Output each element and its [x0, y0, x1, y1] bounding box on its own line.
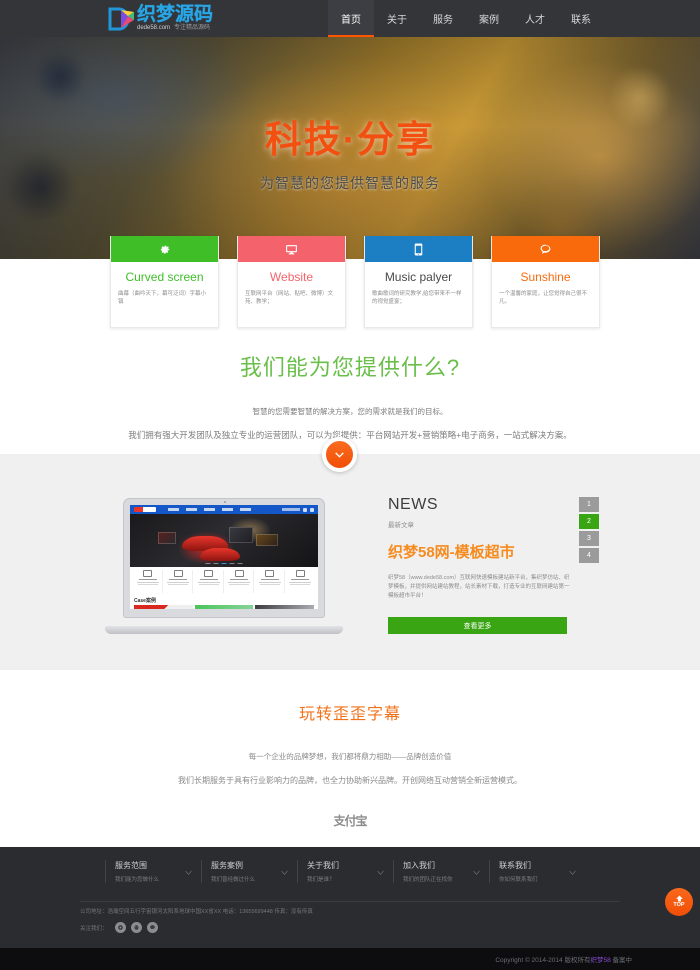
footer-column-contact-us[interactable]: 联系我们 你如何联系我们 — [489, 860, 585, 883]
phone-icon — [414, 243, 423, 255]
logo-icon — [108, 7, 134, 31]
card-head-red — [238, 236, 345, 262]
feature-cards: Curved screen 曲幕（曲吟天下，幕可泛词）字幕小镇 Website … — [110, 236, 600, 328]
laptop-mockup: Case案例 — [105, 498, 343, 638]
nav-item-case[interactable]: 案例 — [466, 0, 512, 37]
news-body: 织梦58（www.dede58.com）互联网快速模板建站新平台，集织梦仿站、织… — [388, 575, 570, 599]
wechat-icon[interactable] — [146, 922, 158, 933]
footer-address: 公司地址：浩瀚空间五行宇宙银河太阳系地球中国XX省XX 电话：136556994… — [80, 909, 313, 915]
brand-section: 玩转歪歪字幕 每一个企业的品牌梦想，我们都将鼎力相助——品牌创造价值 我们长期服… — [0, 700, 700, 828]
hero-title: 科技·分享 — [264, 119, 436, 160]
copyright-link[interactable]: 织梦58 — [590, 957, 610, 964]
page-root: 织梦源码 dede58.com 专注精品源码 首页 关于 服务 案例 人才 联系… — [0, 0, 700, 970]
brand-paragraph-1: 每一个企业的品牌梦想，我们都将鼎力相助——品牌创造价值 — [248, 752, 452, 761]
nav-item-about[interactable]: 关于 — [374, 0, 420, 37]
card-title: Music palyer — [384, 270, 453, 284]
services-title: 我们能为您提供什么? — [239, 355, 461, 380]
news-subtitle: 最新文章 — [388, 522, 414, 529]
top-button-label: TOP — [673, 902, 685, 908]
alipay-logo: 支付宝 — [333, 814, 367, 828]
scroll-down-button[interactable] — [322, 437, 357, 472]
screenshot-logo-icon — [134, 507, 156, 512]
news-pagination: 1 2 3 4 — [579, 497, 599, 565]
chevron-down-icon — [335, 452, 344, 458]
feature-card-website[interactable]: Website 互联网平台（网站、贴吧、微博）文苑、教学； — [237, 236, 346, 328]
news-title: NEWS — [388, 496, 438, 513]
footer-column-service-scope[interactable]: 服务范围 我们能为您做什么 — [105, 860, 201, 883]
card-head-orange — [492, 236, 599, 262]
logo-main-text: 织梦源码 — [137, 3, 214, 25]
footer-follow-label: 关注我们： — [80, 925, 108, 932]
nav-item-talent[interactable]: 人才 — [512, 0, 558, 37]
site-logo[interactable]: 织梦源码 dede58.com 专注精品源码 — [108, 0, 213, 37]
services-paragraph-1: 智慧的您需要智慧的解决方案，您的需求就是我们的目标。 — [252, 407, 448, 416]
pagination-item-2[interactable]: 2 — [579, 514, 599, 529]
footer-column-join-us[interactable]: 加入我们 我们的团队正在找你 — [393, 860, 489, 883]
footer-follow: 关注我们： — [80, 922, 158, 933]
monitor-icon — [286, 244, 297, 254]
arrow-up-icon — [675, 895, 683, 902]
chevron-down-icon — [280, 864, 289, 875]
footer-bottom-bar: Copyright © 2014-2014 版权所有织梦58 备案中 — [0, 948, 700, 970]
card-head-green — [111, 236, 218, 262]
nav-item-service[interactable]: 服务 — [420, 0, 466, 37]
chevron-down-icon — [472, 864, 481, 875]
card-title: Curved screen — [125, 270, 204, 284]
nav-item-home[interactable]: 首页 — [328, 0, 374, 37]
card-title: Website — [269, 270, 314, 284]
services-paragraph-2: 我们拥有强大开发团队及独立专业的运营团队，可以为您提供：平台网站开发+营销策略+… — [128, 430, 572, 440]
chat-icon — [540, 244, 551, 254]
site-header: 织梦源码 dede58.com 专注精品源码 首页 关于 服务 案例 人才 联系 — [0, 0, 700, 37]
laptop-camera — [224, 501, 226, 503]
feature-card-music-player[interactable]: Music palyer 歌曲歌词的研究教学,给您带来不一样的视觉盛宴； — [364, 236, 473, 328]
news-headline[interactable]: 织梦58网-模板超市 — [388, 541, 570, 562]
footer-column-service-cases[interactable]: 服务案例 我们曾经做过什么 — [201, 860, 297, 883]
card-head-blue — [365, 236, 472, 262]
news-more-button[interactable]: 查看更多 — [388, 617, 567, 634]
chevron-down-icon — [376, 864, 385, 875]
pagination-item-1[interactable]: 1 — [579, 497, 599, 512]
weibo-icon[interactable] — [114, 922, 126, 933]
card-desc: 互联网平台（网站、贴吧、微博）文苑、教学； — [245, 291, 334, 305]
gear-icon — [160, 245, 170, 254]
hero-banner: 科技·分享 为智慧的您提供智慧的服务 — [0, 37, 700, 259]
logo-domain: dede58.com — [137, 24, 171, 31]
footer-divider — [80, 901, 620, 902]
brand-paragraph-2: 我们长期服务于具有行业影响力的品牌，也全力协助新兴品牌。开创网络互动营销全新运营… — [178, 776, 522, 785]
pagination-item-3[interactable]: 3 — [579, 531, 599, 546]
nav-item-contact[interactable]: 联系 — [558, 0, 604, 37]
laptop-screen: Case案例 — [130, 505, 318, 609]
feature-card-sunshine[interactable]: Sunshine 一个温馨的家庭，让您觉得自己很不凡。 — [491, 236, 600, 328]
logo-slogan: 专注精品源码 — [174, 24, 211, 31]
news-section: Case案例 NEWS 最新文章 织梦58网-模板超市 织梦58（www.ded… — [0, 454, 700, 670]
back-to-top-button[interactable]: TOP — [665, 888, 693, 916]
footer-columns: 服务范围 我们能为您做什么 服务案例 我们曾经做过什么 关于我们 我们是谁？ 加… — [0, 847, 700, 883]
card-desc: 歌曲歌词的研究教学,给您带来不一样的视觉盛宴； — [372, 291, 462, 305]
card-desc: 曲幕（曲吟天下，幕可泛词）字幕小镇 — [118, 291, 207, 305]
brand-title: 玩转歪歪字幕 — [298, 706, 401, 723]
main-nav: 首页 关于 服务 案例 人才 联系 — [328, 0, 604, 37]
feature-card-curved-screen[interactable]: Curved screen 曲幕（曲吟天下，幕可泛词）字幕小镇 — [110, 236, 219, 328]
chevron-down-icon — [184, 864, 193, 875]
hero-subtitle: 为智慧的您提供智慧的服务 — [260, 175, 440, 191]
pagination-item-4[interactable]: 4 — [579, 548, 599, 563]
card-desc: 一个温馨的家庭，让您觉得自己很不凡。 — [499, 291, 588, 305]
services-section: 我们能为您提供什么? 智慧的您需要智慧的解决方案，您的需求就是我们的目标。 我们… — [0, 350, 700, 441]
qq-icon[interactable] — [130, 922, 142, 933]
laptop-case-label: Case案例 — [134, 598, 156, 604]
footer-column-about-us[interactable]: 关于我们 我们是谁？ — [297, 860, 393, 883]
chevron-down-icon — [568, 864, 577, 875]
news-content: NEWS 最新文章 织梦58网-模板超市 织梦58（www.dede58.com… — [388, 496, 570, 634]
copyright-text: Copyright © 2014-2014 版权所有织梦58 备案中 — [495, 957, 632, 964]
card-title: Sunshine — [520, 270, 571, 284]
